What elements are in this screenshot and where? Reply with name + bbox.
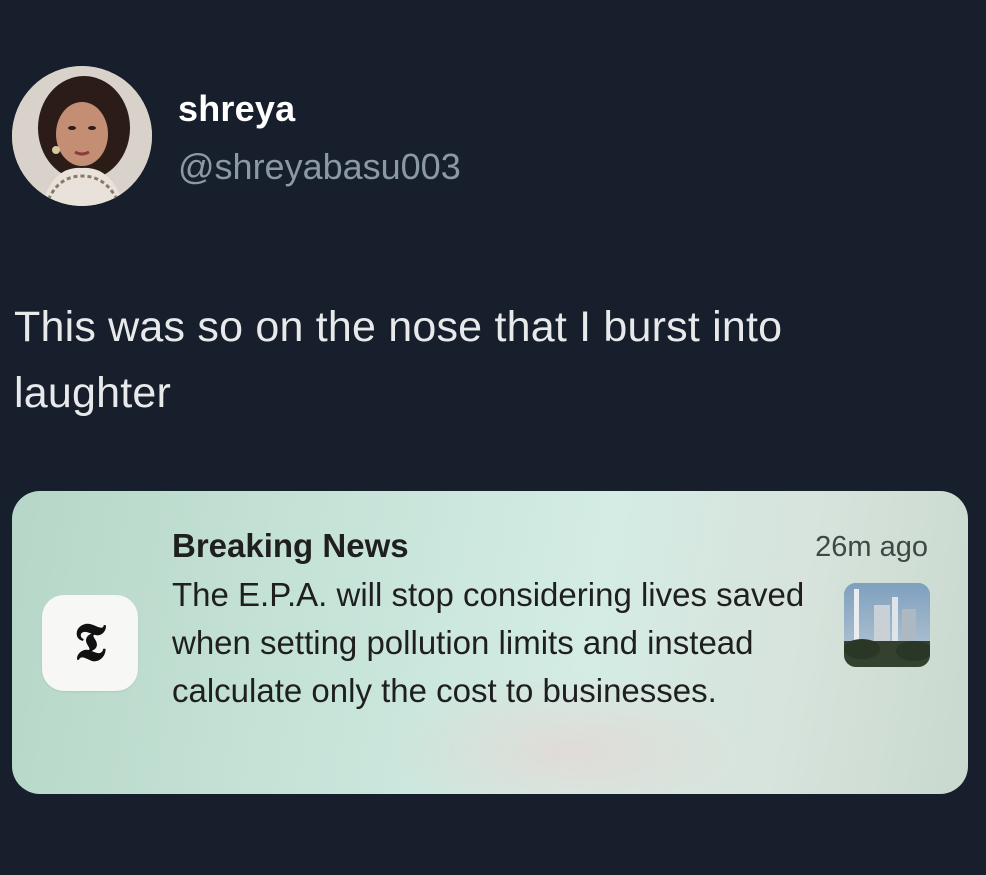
- notification-body: The E.P.A. will stop considering lives s…: [172, 576, 805, 709]
- tweet: shreya @shreyabasu003 This was so on the…: [0, 0, 986, 875]
- nyt-app-icon: 𝕿: [42, 595, 138, 691]
- notification-thumbnail: [844, 583, 930, 667]
- avatar[interactable]: [12, 66, 152, 206]
- notification-card[interactable]: 𝕿 Breaking News 26m ago The E.P.A. will …: [12, 491, 968, 794]
- nyt-t-logo-icon: 𝕿: [74, 612, 106, 673]
- notification-title: Breaking News: [172, 527, 409, 564]
- notification-timestamp: 26m ago: [815, 531, 928, 563]
- user-handle[interactable]: @shreyabasu003: [178, 146, 461, 188]
- tweet-text: This was so on the nose that I burst int…: [14, 303, 783, 417]
- power-plant-photo-icon: [844, 583, 930, 667]
- display-name[interactable]: shreya: [178, 88, 295, 130]
- profile-photo-icon: [12, 66, 152, 206]
